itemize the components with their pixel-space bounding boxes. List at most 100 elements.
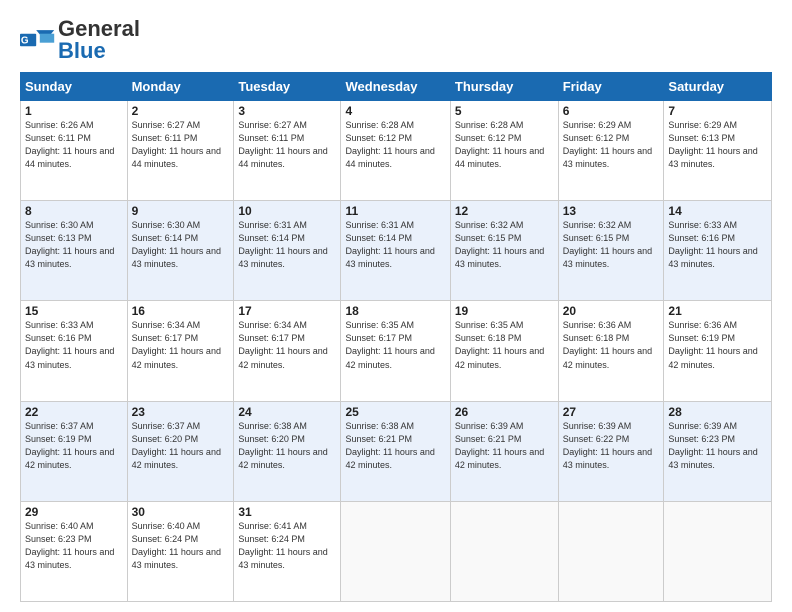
day-number: 28 [668, 405, 767, 419]
day-number: 5 [455, 104, 554, 118]
calendar-cell: 17Sunrise: 6:34 AMSunset: 6:17 PMDayligh… [234, 301, 341, 401]
calendar: SundayMondayTuesdayWednesdayThursdayFrid… [20, 72, 772, 602]
col-header-wednesday: Wednesday [341, 73, 450, 101]
calendar-cell [664, 501, 772, 601]
calendar-cell: 5Sunrise: 6:28 AMSunset: 6:12 PMDaylight… [450, 101, 558, 201]
day-number: 27 [563, 405, 660, 419]
logo-icon: G [20, 26, 56, 54]
day-number: 11 [345, 204, 445, 218]
calendar-cell: 26Sunrise: 6:39 AMSunset: 6:21 PMDayligh… [450, 401, 558, 501]
day-number: 6 [563, 104, 660, 118]
day-number: 17 [238, 304, 336, 318]
day-number: 26 [455, 405, 554, 419]
day-info: Sunrise: 6:38 AMSunset: 6:20 PMDaylight:… [238, 420, 336, 472]
col-header-friday: Friday [558, 73, 664, 101]
col-header-saturday: Saturday [664, 73, 772, 101]
day-info: Sunrise: 6:30 AMSunset: 6:14 PMDaylight:… [132, 219, 230, 271]
calendar-cell: 16Sunrise: 6:34 AMSunset: 6:17 PMDayligh… [127, 301, 234, 401]
day-info: Sunrise: 6:29 AMSunset: 6:12 PMDaylight:… [563, 119, 660, 171]
calendar-cell: 8Sunrise: 6:30 AMSunset: 6:13 PMDaylight… [21, 201, 128, 301]
day-info: Sunrise: 6:32 AMSunset: 6:15 PMDaylight:… [455, 219, 554, 271]
day-number: 18 [345, 304, 445, 318]
day-info: Sunrise: 6:31 AMSunset: 6:14 PMDaylight:… [345, 219, 445, 271]
calendar-cell: 29Sunrise: 6:40 AMSunset: 6:23 PMDayligh… [21, 501, 128, 601]
day-info: Sunrise: 6:41 AMSunset: 6:24 PMDaylight:… [238, 520, 336, 572]
calendar-cell: 15Sunrise: 6:33 AMSunset: 6:16 PMDayligh… [21, 301, 128, 401]
day-number: 14 [668, 204, 767, 218]
week-row-3: 15Sunrise: 6:33 AMSunset: 6:16 PMDayligh… [21, 301, 772, 401]
day-number: 21 [668, 304, 767, 318]
calendar-cell: 3Sunrise: 6:27 AMSunset: 6:11 PMDaylight… [234, 101, 341, 201]
calendar-cell: 4Sunrise: 6:28 AMSunset: 6:12 PMDaylight… [341, 101, 450, 201]
logo-text: General Blue [58, 18, 140, 62]
day-number: 1 [25, 104, 123, 118]
day-number: 2 [132, 104, 230, 118]
day-number: 25 [345, 405, 445, 419]
day-number: 3 [238, 104, 336, 118]
day-number: 23 [132, 405, 230, 419]
col-header-sunday: Sunday [21, 73, 128, 101]
day-info: Sunrise: 6:39 AMSunset: 6:22 PMDaylight:… [563, 420, 660, 472]
calendar-cell: 13Sunrise: 6:32 AMSunset: 6:15 PMDayligh… [558, 201, 664, 301]
day-info: Sunrise: 6:33 AMSunset: 6:16 PMDaylight:… [668, 219, 767, 271]
day-number: 24 [238, 405, 336, 419]
day-info: Sunrise: 6:27 AMSunset: 6:11 PMDaylight:… [238, 119, 336, 171]
calendar-cell: 19Sunrise: 6:35 AMSunset: 6:18 PMDayligh… [450, 301, 558, 401]
day-number: 15 [25, 304, 123, 318]
calendar-cell: 10Sunrise: 6:31 AMSunset: 6:14 PMDayligh… [234, 201, 341, 301]
day-number: 19 [455, 304, 554, 318]
day-info: Sunrise: 6:28 AMSunset: 6:12 PMDaylight:… [345, 119, 445, 171]
calendar-cell: 11Sunrise: 6:31 AMSunset: 6:14 PMDayligh… [341, 201, 450, 301]
day-info: Sunrise: 6:28 AMSunset: 6:12 PMDaylight:… [455, 119, 554, 171]
day-number: 22 [25, 405, 123, 419]
day-info: Sunrise: 6:39 AMSunset: 6:23 PMDaylight:… [668, 420, 767, 472]
calendar-cell [341, 501, 450, 601]
calendar-cell [450, 501, 558, 601]
day-info: Sunrise: 6:36 AMSunset: 6:19 PMDaylight:… [668, 319, 767, 371]
day-number: 8 [25, 204, 123, 218]
day-info: Sunrise: 6:36 AMSunset: 6:18 PMDaylight:… [563, 319, 660, 371]
day-info: Sunrise: 6:35 AMSunset: 6:18 PMDaylight:… [455, 319, 554, 371]
calendar-cell: 12Sunrise: 6:32 AMSunset: 6:15 PMDayligh… [450, 201, 558, 301]
col-header-monday: Monday [127, 73, 234, 101]
week-row-4: 22Sunrise: 6:37 AMSunset: 6:19 PMDayligh… [21, 401, 772, 501]
calendar-cell [558, 501, 664, 601]
col-header-tuesday: Tuesday [234, 73, 341, 101]
day-number: 29 [25, 505, 123, 519]
day-info: Sunrise: 6:38 AMSunset: 6:21 PMDaylight:… [345, 420, 445, 472]
day-number: 9 [132, 204, 230, 218]
day-info: Sunrise: 6:37 AMSunset: 6:20 PMDaylight:… [132, 420, 230, 472]
day-number: 7 [668, 104, 767, 118]
day-number: 12 [455, 204, 554, 218]
calendar-cell: 20Sunrise: 6:36 AMSunset: 6:18 PMDayligh… [558, 301, 664, 401]
svg-text:G: G [21, 36, 29, 47]
calendar-cell: 2Sunrise: 6:27 AMSunset: 6:11 PMDaylight… [127, 101, 234, 201]
calendar-body: 1Sunrise: 6:26 AMSunset: 6:11 PMDaylight… [21, 101, 772, 602]
day-number: 16 [132, 304, 230, 318]
day-number: 20 [563, 304, 660, 318]
day-info: Sunrise: 6:30 AMSunset: 6:13 PMDaylight:… [25, 219, 123, 271]
header-row: SundayMondayTuesdayWednesdayThursdayFrid… [21, 73, 772, 101]
week-row-2: 8Sunrise: 6:30 AMSunset: 6:13 PMDaylight… [21, 201, 772, 301]
calendar-cell: 14Sunrise: 6:33 AMSunset: 6:16 PMDayligh… [664, 201, 772, 301]
logo-blue: Blue [58, 38, 106, 63]
day-info: Sunrise: 6:39 AMSunset: 6:21 PMDaylight:… [455, 420, 554, 472]
calendar-cell: 28Sunrise: 6:39 AMSunset: 6:23 PMDayligh… [664, 401, 772, 501]
day-info: Sunrise: 6:35 AMSunset: 6:17 PMDaylight:… [345, 319, 445, 371]
col-header-thursday: Thursday [450, 73, 558, 101]
day-info: Sunrise: 6:37 AMSunset: 6:19 PMDaylight:… [25, 420, 123, 472]
calendar-header: SundayMondayTuesdayWednesdayThursdayFrid… [21, 73, 772, 101]
day-info: Sunrise: 6:34 AMSunset: 6:17 PMDaylight:… [238, 319, 336, 371]
day-info: Sunrise: 6:34 AMSunset: 6:17 PMDaylight:… [132, 319, 230, 371]
calendar-cell: 24Sunrise: 6:38 AMSunset: 6:20 PMDayligh… [234, 401, 341, 501]
day-number: 10 [238, 204, 336, 218]
calendar-cell: 25Sunrise: 6:38 AMSunset: 6:21 PMDayligh… [341, 401, 450, 501]
header: G General Blue [20, 18, 772, 62]
day-info: Sunrise: 6:29 AMSunset: 6:13 PMDaylight:… [668, 119, 767, 171]
day-info: Sunrise: 6:40 AMSunset: 6:24 PMDaylight:… [132, 520, 230, 572]
day-info: Sunrise: 6:40 AMSunset: 6:23 PMDaylight:… [25, 520, 123, 572]
day-number: 31 [238, 505, 336, 519]
day-info: Sunrise: 6:32 AMSunset: 6:15 PMDaylight:… [563, 219, 660, 271]
calendar-cell: 27Sunrise: 6:39 AMSunset: 6:22 PMDayligh… [558, 401, 664, 501]
page: G General Blue SundayMondayTuesdayWednes… [0, 0, 792, 612]
